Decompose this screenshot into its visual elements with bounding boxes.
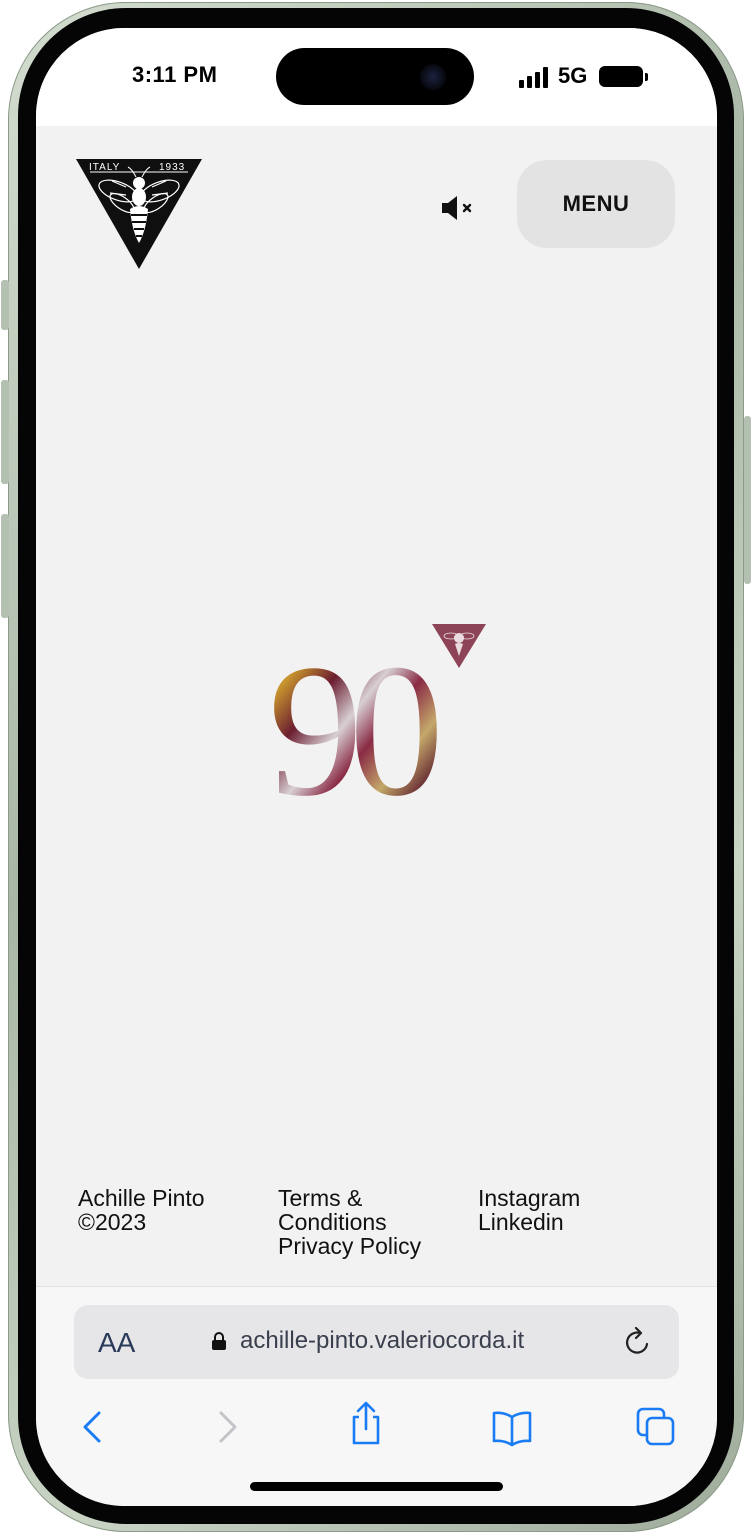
footer-copyright: ©2023 [78,1209,147,1235]
battery-icon [599,66,643,87]
text-size-label: AA [98,1327,136,1358]
side-button [1,380,9,484]
footer-link-terms[interactable]: Terms & [278,1186,421,1210]
reload-icon[interactable] [622,1324,654,1358]
home-indicator[interactable] [250,1482,503,1491]
battery-tip [645,73,648,81]
footer-legal-column: Terms & Conditions Privacy Policy [278,1186,421,1258]
side-button [1,280,9,330]
phone-screen: 3:11 PM 5G ITALY 1933 MENU 90 Achille Pi… [36,28,717,1506]
side-button [1,514,9,618]
logo-left-text: ITALY [89,162,120,173]
status-time: 3:11 PM [132,62,218,87]
footer-social-column: Instagram Linkedin [478,1186,580,1234]
address-bar[interactable]: AA achille-pinto.valeriocorda.it [74,1305,679,1379]
lock-icon [212,1332,226,1350]
bee-triangle-logo[interactable]: ITALY 1933 [76,157,202,269]
text-size-button[interactable]: AA [98,1327,135,1359]
back-icon[interactable] [72,1405,116,1449]
signal-icon [519,66,551,88]
network-type: 5G [558,63,588,88]
share-icon[interactable] [344,1399,388,1447]
web-page: ITALY 1933 MENU 90 Achille Pinto ©2023 T… [36,126,717,1286]
footer-brand-column: Achille Pinto ©2023 [78,1186,205,1234]
status-bar: 3:11 PM 5G [36,28,717,126]
emblem-number: 90 [268,626,437,804]
logo-right-text: 1933 [159,162,185,173]
footer-link-privacy[interactable]: Privacy Policy [278,1234,421,1258]
menu-button[interactable]: MENU [517,160,675,248]
footer-link-linkedin[interactable]: Linkedin [478,1210,580,1234]
site-footer: Achille Pinto ©2023 Terms & Conditions P… [36,1186,717,1286]
forward-icon [219,1411,237,1443]
bee-triangle-badge [432,624,486,668]
url-text[interactable]: achille-pinto.valeriocorda.it [240,1327,524,1355]
footer-brand: Achille Pinto [78,1185,205,1211]
tabs-icon[interactable] [634,1405,678,1449]
footer-link-instagram[interactable]: Instagram [478,1186,580,1210]
speaker-muted-icon[interactable] [438,192,478,224]
side-button [744,416,751,584]
anniversary-90-emblem: 90 [268,624,486,804]
browser-toolbar: AA achille-pinto.valeriocorda.it [36,1286,717,1506]
footer-link-conditions[interactable]: Conditions [278,1210,421,1234]
bookmarks-icon[interactable] [490,1405,534,1449]
front-camera [420,64,446,90]
